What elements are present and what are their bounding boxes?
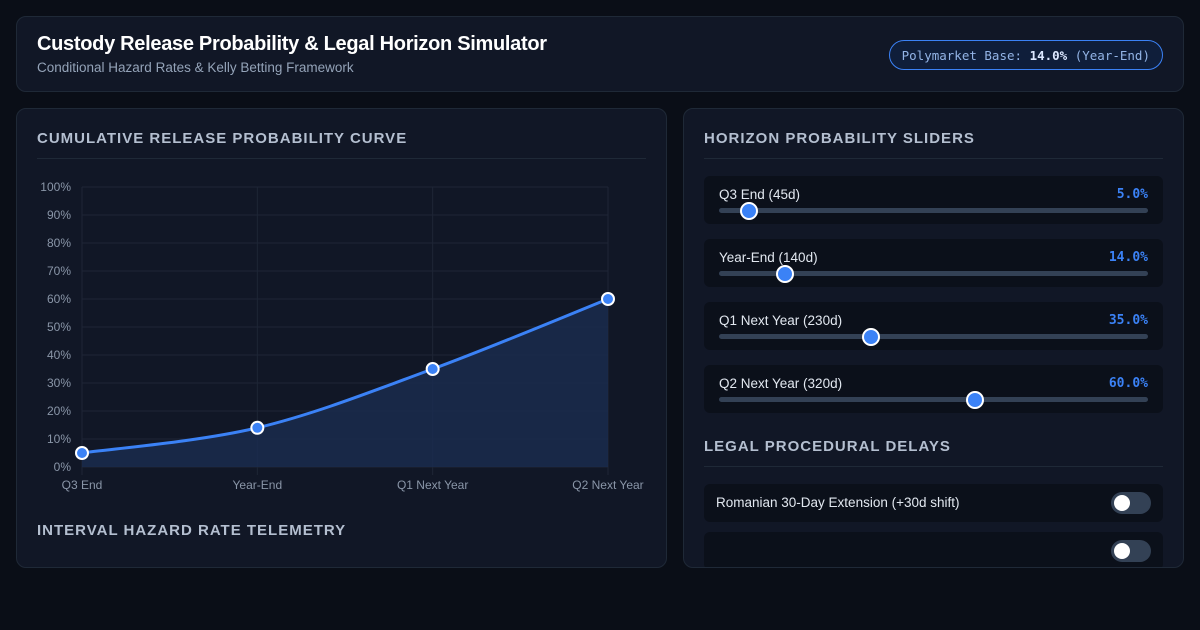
y-tick-label: 60% — [47, 292, 71, 306]
y-tick-label: 10% — [47, 432, 71, 446]
y-tick-label: 50% — [47, 320, 71, 334]
y-tick-label: 90% — [47, 208, 71, 222]
y-tick-label: 100% — [40, 180, 71, 194]
sliders-title: Horizon Probability Sliders — [704, 130, 975, 147]
page-title: Custody Release Probability & Legal Hori… — [37, 33, 547, 55]
y-tick-label: 20% — [47, 404, 71, 418]
release-probability-chart: 0% 10% 20% 30% 40% 50% 60% 70% 80% 90% 100% Q3 End Y… — [40, 180, 643, 492]
slider-track[interactable] — [719, 265, 1148, 283]
polymarket-base-badge: Polymarket Base: 14.0% (Year-End) — [888, 40, 1163, 70]
legal-divider — [704, 466, 1163, 467]
romanian-extension-toggle[interactable] — [1111, 492, 1151, 514]
y-tick-label: 30% — [47, 376, 71, 390]
x-tick-label: Year-End — [233, 478, 283, 492]
toggle-knob — [1114, 543, 1130, 559]
controls-panel: Horizon Probability Sliders Q3 End (45d)… — [683, 108, 1184, 568]
badge-suffix: (Year-End) — [1067, 47, 1150, 63]
data-point — [250, 420, 265, 435]
data-point — [601, 292, 615, 306]
slider-label: Q3 End (45d) — [719, 187, 801, 202]
slider-track[interactable] — [719, 328, 1148, 346]
data-point — [425, 362, 440, 376]
x-tick-label: Q3 End — [62, 478, 103, 492]
slider-thumb[interactable] — [776, 265, 795, 283]
slider-thumb[interactable] — [862, 328, 881, 346]
slider-value: 5.0% — [1116, 187, 1148, 202]
telemetry-title: Interval Hazard Rate Telemetry — [37, 522, 347, 539]
page-subtitle: Conditional Hazard Rates & Kelly Betting… — [37, 60, 354, 75]
chart-title: Cumulative Release Probability Curve — [37, 130, 408, 147]
toggle-row-romanian-extension: Romanian 30-Day Extension (+30d shift) — [704, 484, 1163, 522]
slider-track[interactable] — [719, 202, 1148, 220]
slider-card-year-end: Year-End (140d) 14.0% — [704, 239, 1163, 287]
toggle-row-second — [704, 532, 1163, 567]
x-tick-label: Q1 Next Year — [397, 478, 468, 492]
slider-track[interactable] — [719, 391, 1148, 409]
legal-delays-title: Legal Procedural Delays — [704, 438, 951, 455]
chart-panel: Cumulative Release Probability Curve 0% 1… — [16, 108, 667, 568]
slider-value: 35.0% — [1108, 313, 1148, 328]
toggle-knob — [1114, 495, 1130, 511]
slider-thumb[interactable] — [740, 202, 759, 220]
y-tick-label: 40% — [47, 348, 71, 362]
slider-label: Q1 Next Year (230d) — [719, 313, 843, 328]
slider-card-q2-next-year: Q2 Next Year (320d) 60.0% — [704, 365, 1163, 413]
second-delay-toggle[interactable] — [1111, 540, 1151, 562]
chart-divider — [37, 158, 646, 159]
app-header: Custody Release Probability & Legal Hori… — [16, 16, 1184, 92]
slider-card-q3-end: Q3 End (45d) 5.0% — [704, 176, 1163, 224]
data-point — [75, 446, 89, 460]
slider-card-q1-next-year: Q1 Next Year (230d) 35.0% — [704, 302, 1163, 350]
y-tick-label: 70% — [47, 264, 71, 278]
y-tick-label: 0% — [54, 460, 72, 474]
badge-value: 14.0% — [1029, 47, 1068, 63]
slider-value: 60.0% — [1108, 376, 1148, 391]
slider-label: Year-End (140d) — [719, 250, 818, 265]
y-tick-label: 80% — [47, 236, 71, 250]
slider-label: Q2 Next Year (320d) — [719, 376, 843, 391]
sliders-divider — [704, 158, 1163, 159]
slider-thumb[interactable] — [966, 391, 985, 409]
x-tick-label: Q2 Next Year — [572, 478, 643, 492]
toggle-label: Romanian 30-Day Extension (+30d shift) — [716, 495, 960, 510]
slider-value: 14.0% — [1108, 250, 1148, 265]
badge-prefix: Polymarket Base: — [901, 47, 1030, 63]
